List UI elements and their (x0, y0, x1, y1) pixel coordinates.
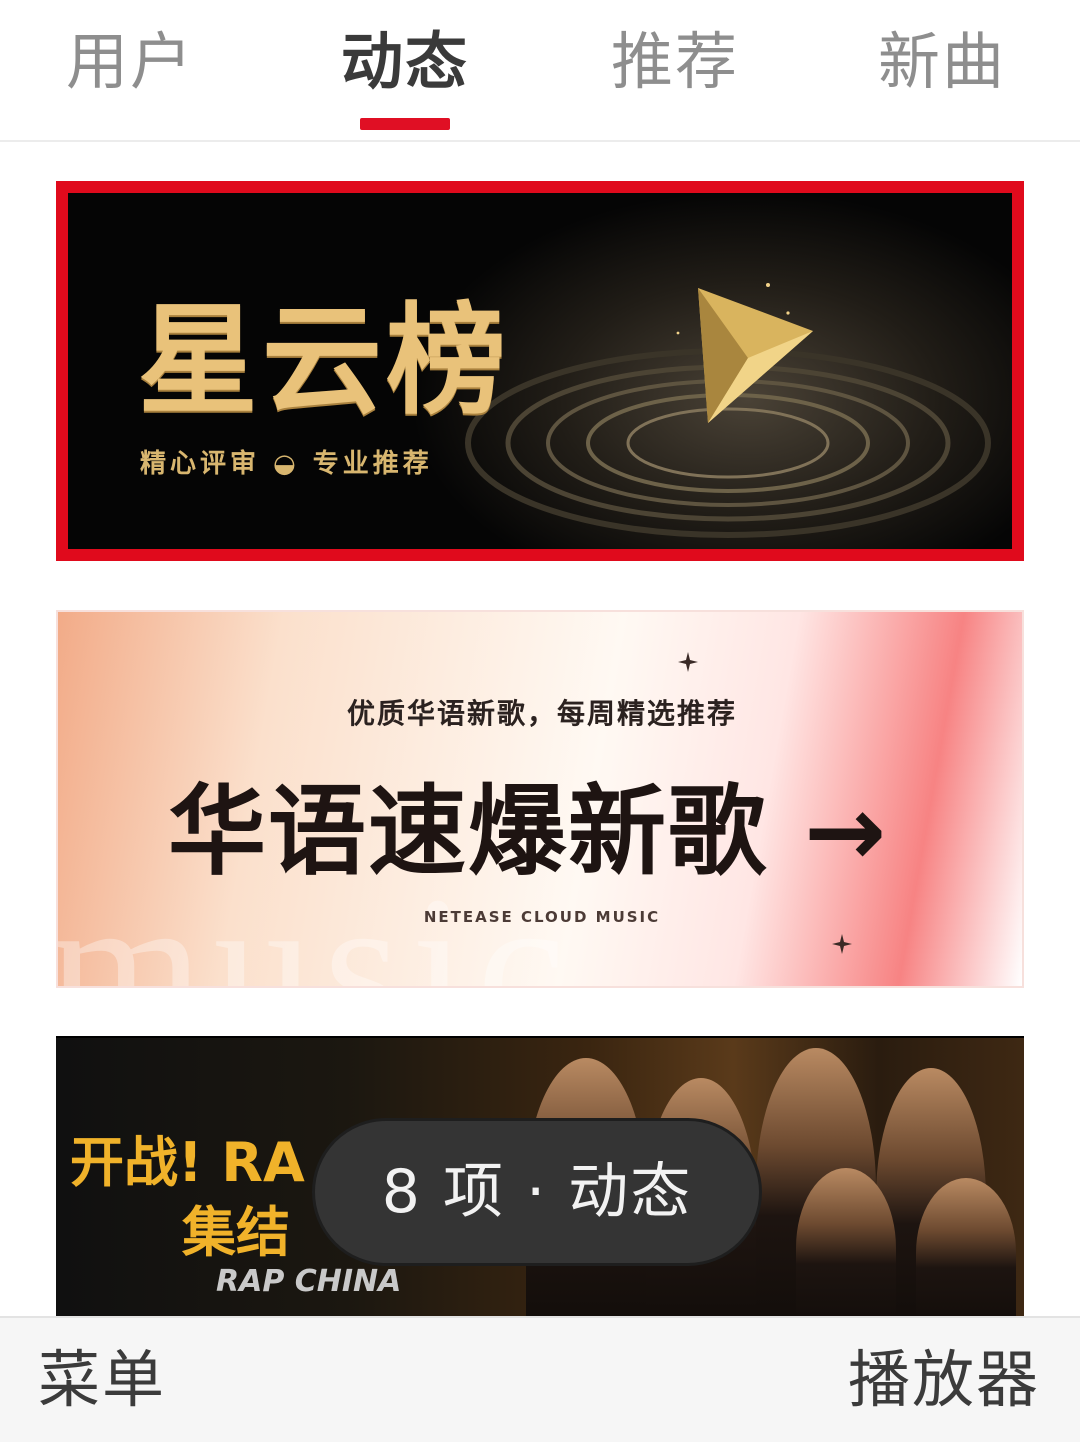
banner-nebula-chart[interactable]: 星云榜 精心评审 ◒ 专业推荐 (56, 181, 1024, 561)
sparkle-icon (832, 934, 852, 954)
item-count-toast: 8 项 · 动态 (312, 1118, 762, 1266)
banner-title: 华语速爆新歌 → (168, 775, 889, 889)
banner-headline: 开战! RA (70, 1131, 305, 1194)
player-button[interactable]: 播放器 (848, 1342, 1040, 1418)
person-figure (796, 1168, 896, 1316)
banner-brand: NETEASE CLOUD MUSIC (423, 908, 661, 926)
sparkle-icon (678, 652, 698, 672)
bottom-bar: 菜单 播放器 (0, 1316, 1080, 1442)
banner-headline-2: 集结 (182, 1201, 290, 1264)
banner-subtitle: 优质华语新歌，每周精选推荐 (346, 697, 737, 730)
person-figure (916, 1178, 1016, 1316)
banner-chinese-new-songs[interactable]: music 优质华语新歌，每周精选推荐 华语速爆新歌 → NETEASE CLO… (56, 610, 1024, 988)
tab-recommend[interactable]: 推荐 (565, 22, 785, 102)
menu-button[interactable]: 菜单 (38, 1342, 166, 1418)
banner-subtitle: 精心评审 ◒ 专业推荐 (140, 449, 433, 479)
tab-feed[interactable]: 动态 (295, 22, 515, 102)
tab-new-songs[interactable]: 新曲 (832, 22, 1052, 102)
top-tab-bar: 用户 动态 推荐 新曲 (0, 0, 1080, 142)
active-tab-indicator (360, 118, 450, 130)
banner-title: 星云榜 (138, 292, 510, 431)
rap-china-logo: RAP CHINA (216, 1264, 402, 1299)
tab-users[interactable]: 用户 (20, 22, 240, 102)
